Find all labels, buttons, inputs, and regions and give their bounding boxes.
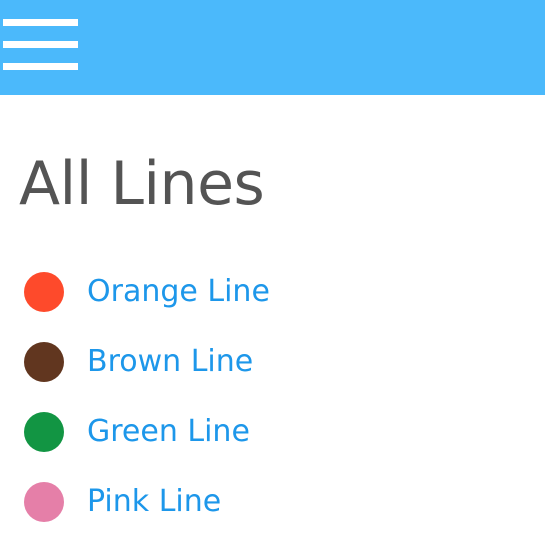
menu-button[interactable] — [0, 14, 84, 76]
line-color-dot-icon — [24, 272, 64, 312]
line-list-item: Brown Line — [0, 327, 545, 397]
menu-icon-bar — [3, 19, 78, 26]
app-screen: All Lines Orange Line Brown Line Green L… — [0, 0, 545, 545]
line-color-dot-icon — [24, 482, 64, 522]
page-title: All Lines — [19, 149, 265, 219]
line-link-brown[interactable]: Brown Line — [87, 341, 253, 383]
line-link-orange[interactable]: Orange Line — [87, 271, 270, 313]
hamburger-menu-icon — [3, 19, 78, 71]
top-app-bar — [0, 0, 545, 95]
line-list-item: Orange Line — [0, 257, 545, 327]
line-list: Orange Line Brown Line Green Line Pink L… — [0, 257, 545, 537]
line-list-item: Green Line — [0, 397, 545, 467]
menu-icon-bar — [3, 63, 78, 70]
line-color-dot-icon — [24, 412, 64, 452]
line-list-item: Pink Line — [0, 467, 545, 537]
line-link-pink[interactable]: Pink Line — [87, 481, 221, 523]
line-link-green[interactable]: Green Line — [87, 411, 250, 453]
line-color-dot-icon — [24, 342, 64, 382]
menu-icon-bar — [3, 41, 78, 48]
